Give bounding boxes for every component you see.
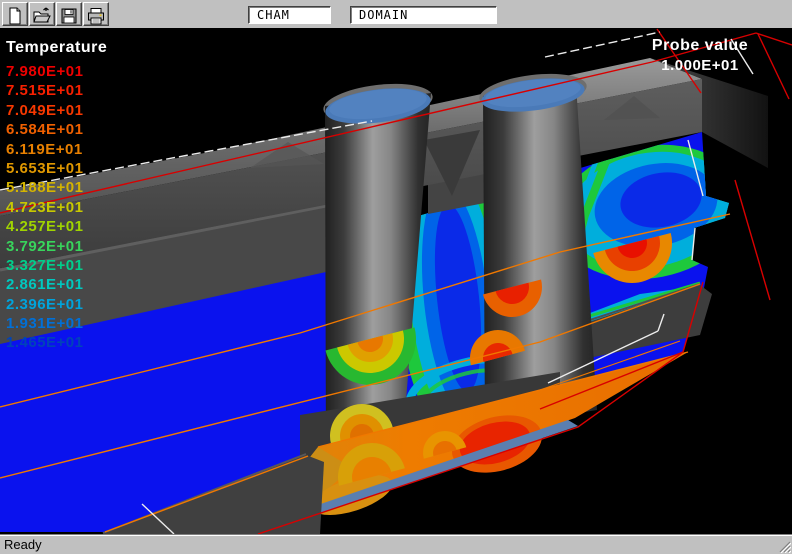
resize-grip[interactable] (777, 539, 791, 553)
save-icon (57, 7, 81, 25)
save-button[interactable] (56, 2, 82, 26)
open-button[interactable] (29, 2, 55, 26)
speedbar-field-1[interactable] (248, 6, 331, 24)
cfd-scene (0, 28, 792, 534)
viewport-3d[interactable]: Temperature 7.980E+017.515E+017.049E+016… (0, 28, 792, 534)
new-button[interactable] (2, 2, 28, 26)
open-folder-icon (30, 7, 54, 25)
new-document-icon (3, 7, 27, 25)
print-icon (84, 7, 108, 25)
status-text: Ready (4, 537, 42, 552)
status-bar: Ready (0, 534, 792, 554)
print-button[interactable] (83, 2, 109, 26)
speedbar-field-2[interactable] (350, 6, 497, 24)
toolbar (0, 0, 792, 28)
application-window: Temperature 7.980E+017.515E+017.049E+016… (0, 0, 792, 554)
